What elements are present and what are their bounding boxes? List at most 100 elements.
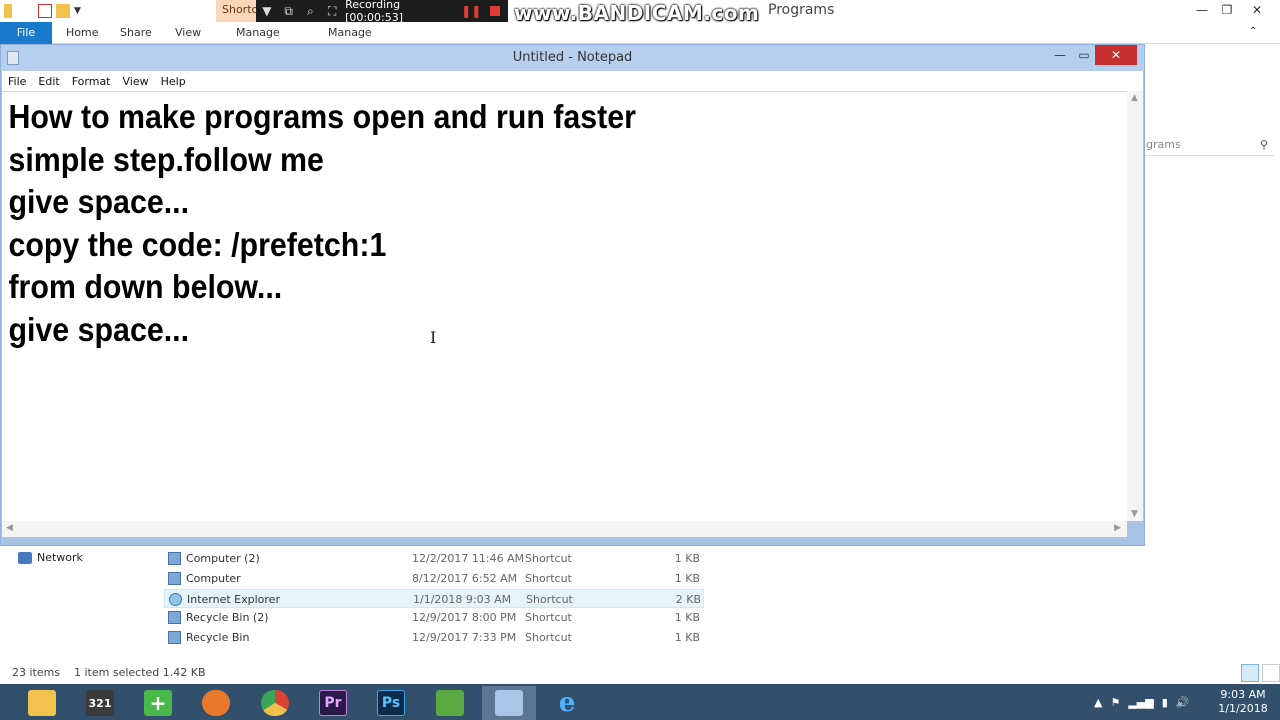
menu-edit[interactable]: Edit: [32, 75, 65, 88]
taskbar-notepad[interactable]: [482, 686, 536, 720]
scroll-left-icon[interactable]: ◀: [6, 523, 13, 533]
scroll-down-icon[interactable]: ▼: [1131, 509, 1138, 519]
nav-label: Network: [37, 551, 83, 564]
recording-toolbar: ▼ ⧉ ⌕ ⛶ Recording [00:00:53] ❚❚: [256, 0, 508, 24]
notepad-window: Untitled - Notepad — ▭ ✕ File Edit Forma…: [0, 44, 1145, 546]
search-icon[interactable]: ⌕: [300, 4, 322, 19]
taskbar-internet-explorer[interactable]: e: [540, 686, 594, 720]
window-mode-icon[interactable]: ⧉: [278, 4, 300, 19]
file-name: Computer (2): [186, 552, 260, 565]
notepad-icon: [495, 690, 523, 716]
menu-file[interactable]: File: [2, 75, 32, 88]
file-type: Shortcut: [525, 571, 572, 585]
item-count: 23 items: [12, 666, 61, 679]
file-type: Shortcut: [525, 631, 572, 645]
file-type: Shortcut: [525, 552, 572, 565]
taskbar-file-explorer[interactable]: [15, 686, 69, 720]
file-size: 1 KB: [674, 611, 700, 625]
file-name: Recycle Bin (2): [186, 611, 269, 625]
show-hidden-icons-icon[interactable]: ▲: [1094, 696, 1102, 709]
menu-format[interactable]: Format: [66, 75, 117, 88]
close-button[interactable]: ✕: [1095, 45, 1137, 65]
maximize-icon[interactable]: ❐: [1214, 0, 1240, 20]
tab-view[interactable]: View: [175, 22, 201, 44]
taskbar-photoshop[interactable]: Ps: [364, 686, 418, 720]
bandicam-watermark: www.BANDICAM.com: [514, 1, 760, 25]
table-row[interactable]: Computer (2) 12/2/2017 11:46 AM Shortcut…: [164, 549, 704, 569]
taskbar-network-app[interactable]: [423, 686, 477, 720]
pause-icon[interactable]: ❚❚: [460, 4, 482, 18]
explorer-window-title: Programs: [768, 2, 835, 18]
close-icon[interactable]: ✕: [1244, 0, 1270, 20]
file-size: 1 KB: [674, 631, 700, 645]
vertical-scrollbar[interactable]: ▲ ▼: [1127, 91, 1143, 521]
taskbar-download-app[interactable]: +: [131, 686, 185, 720]
volume-icon[interactable]: 🔊: [1176, 696, 1190, 709]
notepad-titlebar[interactable]: Untitled - Notepad — ▭ ✕: [1, 45, 1144, 71]
minimize-icon[interactable]: —: [1047, 45, 1073, 65]
flag-icon[interactable]: ⚑: [1110, 696, 1120, 709]
network-app-icon: [436, 690, 464, 716]
table-row[interactable]: Internet Explorer 1/1/2018 9:03 AM Short…: [164, 588, 704, 609]
ribbon-collapse-icon[interactable]: ⌃: [1249, 22, 1257, 44]
maximize-icon[interactable]: ▭: [1071, 45, 1097, 65]
file-date: 8/12/2017 6:52 AM: [412, 571, 518, 585]
network-signal-icon[interactable]: ▂▄▆: [1128, 696, 1153, 709]
scroll-up-icon[interactable]: ▲: [1131, 93, 1138, 103]
nav-item-network[interactable]: Network: [18, 551, 83, 564]
quick-access-toolbar: ▼: [0, 2, 81, 20]
dropdown-icon[interactable]: ▼: [256, 4, 278, 18]
search-input[interactable]: grams ⚲: [1144, 138, 1274, 156]
table-row[interactable]: Recycle Bin 12/9/2017 7:33 PM Shortcut 1…: [164, 628, 704, 648]
tab-home[interactable]: Home: [66, 22, 98, 44]
file-type: Shortcut: [526, 592, 573, 606]
details-view-icon[interactable]: [1241, 664, 1259, 682]
menu-help[interactable]: Help: [155, 75, 192, 88]
capture-area-icon[interactable]: ⛶: [321, 4, 343, 19]
file-list: Computer (2) 12/2/2017 11:46 AM Shortcut…: [164, 549, 704, 648]
recycle-bin-icon: [168, 611, 181, 625]
scroll-right-icon[interactable]: ▶: [1114, 523, 1121, 533]
firefox-icon: [202, 690, 230, 716]
taskbar-firefox[interactable]: [189, 686, 243, 720]
notepad-text-area[interactable]: How to make programs open and run faster…: [2, 91, 1127, 521]
taskbar: 321 + Pr Ps e ▲ ⚑ ▂▄▆ ▮ 🔊 9:03 AM 1/1/20…: [0, 684, 1280, 720]
clock-date: 1/1/2018: [1218, 702, 1268, 715]
shortcut-icon: [168, 571, 181, 585]
file-name: Internet Explorer: [187, 592, 280, 606]
horizontal-scrollbar[interactable]: ◀ ▶: [2, 521, 1127, 537]
text-line: give space...: [8, 183, 190, 220]
ribbon-tabs: File Home Share View Manage Manage ⌃: [0, 22, 1280, 44]
taskbar-chrome[interactable]: [248, 686, 302, 720]
taskbar-video-app[interactable]: 321: [73, 686, 127, 720]
properties-icon[interactable]: [38, 4, 52, 18]
minimize-icon[interactable]: —: [1189, 0, 1215, 20]
recording-status: Recording [00:00:53]: [345, 0, 404, 24]
text-line: How to make programs open and run faster: [8, 98, 636, 135]
search-icon: ⚲: [1259, 138, 1268, 151]
photoshop-icon: Ps: [377, 690, 405, 716]
taskbar-premiere[interactable]: Pr: [306, 686, 360, 720]
qat-dropdown-icon[interactable]: ▼: [74, 6, 81, 16]
file-name: Computer: [186, 571, 241, 585]
shortcut-icon: [168, 552, 181, 565]
clock[interactable]: 9:03 AM 1/1/2018: [1210, 688, 1276, 716]
table-row[interactable]: Computer 8/12/2017 6:52 AM Shortcut 1 KB: [164, 569, 704, 589]
tab-manage-app[interactable]: Manage: [328, 22, 372, 44]
table-row[interactable]: Recycle Bin (2) 12/9/2017 8:00 PM Shortc…: [164, 608, 704, 628]
system-tray: ▲ ⚑ ▂▄▆ ▮ 🔊: [1094, 684, 1190, 720]
tab-share[interactable]: Share: [120, 22, 152, 44]
internet-explorer-icon: e: [558, 688, 576, 718]
menu-view[interactable]: View: [117, 75, 155, 88]
large-icons-view-icon[interactable]: [1262, 664, 1280, 682]
new-folder-icon[interactable]: [56, 4, 70, 18]
notepad-title: Untitled - Notepad: [512, 50, 633, 65]
file-size: 1 KB: [674, 552, 700, 565]
stop-icon[interactable]: [490, 6, 500, 16]
tab-file[interactable]: File: [0, 22, 52, 44]
tab-manage-shortcut[interactable]: Manage: [236, 22, 280, 44]
file-date: 12/9/2017 7:33 PM: [412, 631, 517, 645]
battery-icon[interactable]: ▮: [1162, 696, 1168, 709]
file-type: Shortcut: [525, 611, 572, 625]
search-placeholder: grams: [1146, 138, 1181, 151]
